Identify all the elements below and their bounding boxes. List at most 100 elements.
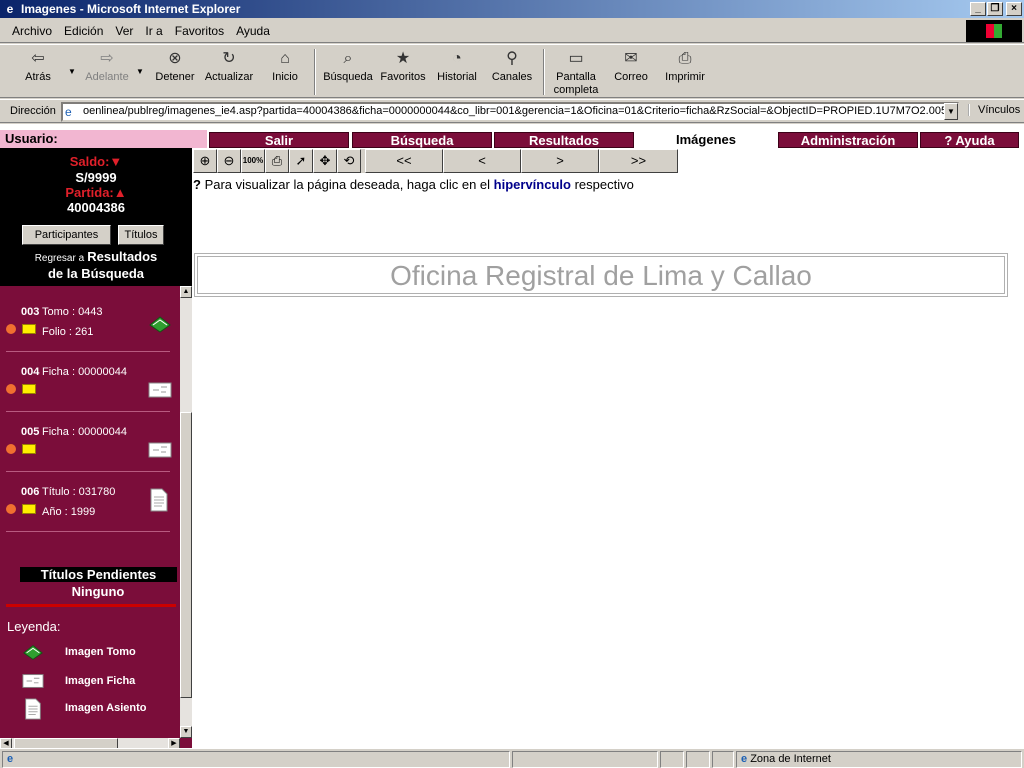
history-icon: ◔	[452, 50, 462, 67]
legend-title: Leyenda:	[7, 619, 61, 634]
tab-ayuda[interactable]: ? Ayuda	[920, 132, 1019, 148]
item-divider	[6, 351, 170, 352]
channels-label: Canales	[491, 71, 533, 83]
card-icon	[22, 674, 44, 688]
fullscreen-icon: ▭	[568, 50, 584, 67]
partida-label: Partida:▲	[65, 185, 127, 200]
tab-administracion[interactable]: Administración	[778, 132, 918, 148]
first-page-button[interactable]: <<	[365, 149, 443, 173]
fullscreen-label-1: Pantalla	[556, 71, 596, 83]
hscroll-thumb[interactable]	[14, 738, 118, 748]
history-button[interactable]: ◔ Historial	[436, 49, 478, 83]
menu-bar: Archivo Edición Ver Ir a Favoritos Ayuda	[0, 19, 1024, 43]
forward-button[interactable]: ⇨ Adelante	[82, 49, 132, 83]
scroll-thumb[interactable]	[180, 412, 192, 698]
back-label: Atrás	[25, 71, 51, 83]
folder-icon	[22, 444, 36, 454]
titulos-button[interactable]: Títulos	[118, 225, 164, 245]
channels-icon: ⚲	[506, 50, 518, 67]
card-icon[interactable]	[148, 380, 172, 400]
item-number: 003	[21, 306, 40, 318]
scroll-up-icon[interactable]: ▲	[180, 286, 192, 298]
participantes-button[interactable]: Participantes	[22, 225, 111, 245]
restore-button[interactable]: ❐	[987, 2, 1003, 16]
image-list: 003 Tomo : 0443 Folio : 261 004 Ficha : …	[0, 286, 180, 738]
vertical-scrollbar[interactable]: ▲ ▼	[180, 286, 192, 738]
mail-button[interactable]: ✉ Correo	[612, 49, 650, 83]
book-icon[interactable]	[148, 314, 172, 334]
page-content: Usuario: Salir Búsqueda Resultados Imáge…	[0, 124, 1024, 748]
windows-logo	[966, 20, 1022, 42]
scroll-right-icon[interactable]: ▶	[168, 738, 180, 748]
list-item[interactable]: 006 Título : 031780 Año : 1999	[0, 486, 178, 546]
forward-dropdown-icon[interactable]: ▼	[136, 67, 144, 76]
legend-tomo-label: Imagen Tomo	[65, 646, 136, 658]
print-button[interactable]: ⎙ Imprimir	[664, 49, 706, 83]
tab-busqueda[interactable]: Búsqueda	[352, 132, 492, 148]
forward-label: Adelante	[85, 71, 129, 83]
minimize-button[interactable]: _	[970, 2, 986, 16]
back-button[interactable]: ⇦ Atrás	[20, 49, 56, 83]
window-titlebar: e Imagenes - Microsoft Internet Explorer…	[0, 0, 1024, 18]
next-page-button[interactable]: >	[521, 149, 599, 173]
list-item[interactable]: 005 Ficha : 00000044	[0, 426, 178, 486]
horizontal-scrollbar[interactable]: ◀ ▶	[0, 738, 180, 748]
zoom-out-icon[interactable]: ⊖	[217, 149, 241, 173]
tab-imagenes[interactable]: Imágenes	[636, 132, 776, 148]
list-item[interactable]: 003 Tomo : 0443 Folio : 261	[0, 306, 178, 366]
pointer-icon[interactable]: ➚	[289, 149, 313, 173]
menu-ir-a[interactable]: Ir a	[145, 24, 162, 38]
tab-resultados[interactable]: Resultados	[494, 132, 634, 148]
window-controls: _ ❐ ×	[969, 2, 1022, 16]
book-icon	[23, 644, 43, 660]
home-label: Inicio	[272, 71, 298, 83]
zoom-in-icon[interactable]: ⊕	[193, 149, 217, 173]
links-toolbar[interactable]: Vínculos	[968, 104, 1020, 116]
search-icon: ⌕	[343, 50, 353, 67]
search-button[interactable]: ⌕ Búsqueda	[322, 49, 374, 83]
item-divider	[6, 411, 170, 412]
status-dot-icon	[6, 384, 16, 394]
back-to-results-link[interactable]: Regresar a Resultados de la Búsqueda	[0, 249, 192, 283]
pan-icon[interactable]: ✥	[313, 149, 337, 173]
menu-archivo[interactable]: Archivo	[12, 24, 52, 38]
status-bar: e e Zona de Internet	[0, 748, 1024, 768]
menu-edicion[interactable]: Edición	[64, 24, 103, 38]
item-number: 006	[21, 486, 40, 498]
menu-ayuda[interactable]: Ayuda	[236, 24, 270, 38]
prev-page-button[interactable]: <	[443, 149, 521, 173]
channels-button[interactable]: ⚲ Canales	[490, 49, 534, 83]
last-page-button[interactable]: >>	[599, 149, 678, 173]
address-dropdown-icon[interactable]: ▼	[944, 103, 958, 120]
stop-button[interactable]: ⊗ Detener	[152, 49, 198, 83]
list-item[interactable]: 004 Ficha : 00000044	[0, 366, 178, 426]
home-button[interactable]: ⌂ Inicio	[268, 49, 302, 83]
refresh-button[interactable]: ↻ Actualizar	[204, 49, 254, 83]
tab-salir[interactable]: Salir	[209, 132, 349, 148]
back-dropdown-icon[interactable]: ▼	[68, 67, 76, 76]
card-icon[interactable]	[148, 440, 172, 460]
legend-asiento-label: Imagen Asiento	[65, 702, 147, 714]
globe-icon: e	[741, 753, 748, 765]
item-line2: Año : 1999	[42, 506, 96, 518]
fullscreen-button[interactable]: ▭ Pantalla completa	[552, 49, 600, 97]
windows-flag-icon	[986, 24, 1002, 38]
status-dot-icon	[6, 444, 16, 454]
item-line1: Tomo : 0443	[42, 306, 103, 318]
mail-label: Correo	[614, 71, 648, 83]
menu-ver[interactable]: Ver	[115, 24, 133, 38]
rotate-icon[interactable]: ⟲	[337, 149, 361, 173]
scroll-left-icon[interactable]: ◀	[0, 738, 12, 748]
favorites-button[interactable]: ★ Favoritos	[380, 49, 426, 83]
menu-favoritos[interactable]: Favoritos	[175, 24, 224, 38]
document-icon[interactable]	[150, 488, 168, 512]
print-label: Imprimir	[665, 71, 705, 83]
refresh-label: Actualizar	[204, 71, 254, 83]
print-image-icon[interactable]: ⎙	[265, 149, 289, 173]
address-input[interactable]: e oenlinea/publreg/imagenes_ie4.asp?part…	[61, 102, 959, 122]
favorites-icon: ★	[395, 50, 411, 67]
ie-page-icon: e	[7, 753, 14, 765]
scroll-down-icon[interactable]: ▼	[180, 726, 192, 738]
close-button[interactable]: ×	[1006, 2, 1022, 16]
zoom-100-button[interactable]: 100%	[241, 149, 265, 173]
